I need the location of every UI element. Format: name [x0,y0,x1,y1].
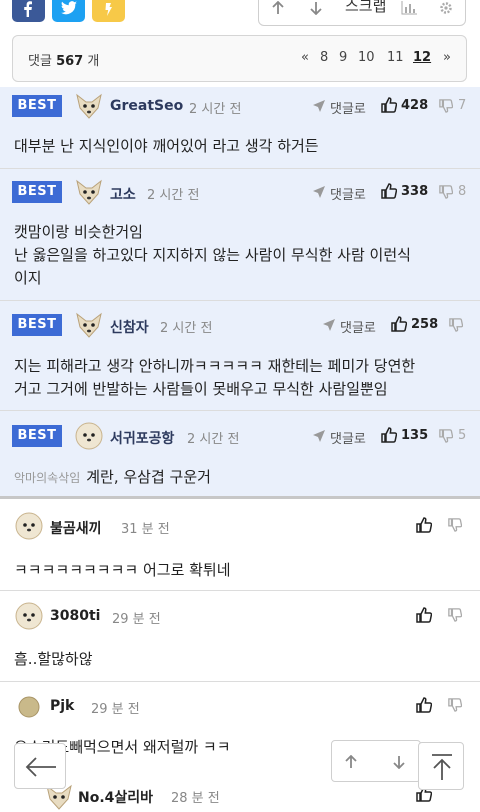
arrow-up-icon[interactable] [344,755,358,769]
comment-text: 흠..할많하않 [14,650,93,668]
thumbs-down-icon[interactable] [448,698,462,712]
arrow-left-icon [25,757,56,777]
gear-icon[interactable] [439,1,453,15]
reply-button[interactable]: 댓글로 [340,317,376,336]
best-comment: BEST 신참자 2 시간 전 댓글로 258 지는 피해라고 생각 안하니까ㅋ… [0,301,480,411]
comment-text: 악마의속삭임 계란, 우삼겹 구운거 [14,468,211,486]
thumbs-up-icon[interactable] [416,607,432,623]
nickname[interactable]: GreatSeo [110,98,183,114]
nickname[interactable]: 고소 [110,184,136,204]
avatar[interactable] [18,696,40,718]
comment-text: 캣맘이랑 비슷한거임 난 옳은일을 하고있다 지지하지 않는 사람이 무식한 사… [14,223,411,287]
nickname[interactable]: 3080ti [50,608,100,624]
avatar[interactable] [14,601,44,631]
thumbs-up-icon[interactable] [381,183,397,199]
send-icon [313,100,325,112]
timestamp: 2 시간 전 [160,321,213,336]
nickname[interactable]: 서귀포공항 [110,428,174,448]
thumbs-up-icon[interactable] [416,697,432,713]
page-link[interactable]: 9 [339,50,347,65]
send-icon [313,430,325,442]
dislike-count: 7 [458,98,467,113]
dislike-count: 8 [458,184,467,199]
thumbs-up-icon[interactable] [381,97,397,113]
arrow-up-icon[interactable] [271,1,285,15]
page-link[interactable]: 8 [320,50,328,65]
nickname[interactable]: Pjk [50,698,74,714]
thumbs-down-icon[interactable] [448,608,462,622]
page-link-current[interactable]: 12 [413,50,431,65]
page-link[interactable]: 10 [358,50,375,65]
like-count: 338 [401,184,429,199]
avatar[interactable] [14,511,44,541]
send-icon [313,186,325,198]
best-comment: BEST 고소 2 시간 전 댓글로 338 8 캣맘이랑 비슷한거임 난 옳은… [0,169,480,301]
thumbs-up-icon[interactable] [381,427,397,443]
avatar[interactable] [74,177,104,207]
first-page-icon[interactable]: « [301,50,309,65]
thumbs-down-icon[interactable] [439,185,453,199]
best-badge: BEST [12,314,62,336]
thumbs-up-icon[interactable] [391,316,407,332]
avatar[interactable] [74,421,104,451]
like-count: 135 [401,428,429,443]
best-badge: BEST [12,181,62,203]
best-comment: BEST GreatSeo 2 시간 전 댓글로 428 7 대부분 난 지식인… [0,87,480,169]
kakaostory-icon [105,3,112,16]
comment: 불곰새끼 31 분 전 ㅋㅋㅋㅋㅋㅋㅋㅋㅋ 어그로 확튀네 [0,499,480,591]
stats-icon[interactable] [401,1,417,15]
nickname[interactable]: 신참자 [110,317,149,337]
next-page-icon[interactable]: » [443,50,451,65]
toolbox: 스크랩 [258,0,466,26]
scrap-button[interactable]: 스크랩 [345,0,386,16]
thumbs-down-icon[interactable] [439,99,453,113]
back-button[interactable] [14,743,66,789]
comment-text: 지는 피해라고 생각 안하니까ㅋㅋㅋㅋㅋ 재한테는 페미가 당연한 거고 그거에… [14,357,416,398]
arrow-down-icon[interactable] [309,1,323,15]
best-badge: BEST [12,425,62,447]
comment-pager: 댓글 567 개 « 8 9 10 11 12 » [12,35,467,82]
reply-button[interactable]: 댓글로 [330,184,366,203]
comment-text: ㅋㅋㅋㅋㅋㅋㅋㅋㅋ 어그로 확튀네 [14,561,231,579]
thumbs-up-icon[interactable] [416,517,432,533]
scroll-top-button[interactable] [418,742,464,790]
twitter-share-button[interactable] [52,0,85,22]
best-badge: BEST [12,95,62,117]
timestamp: 2 시간 전 [147,188,200,203]
reply-button[interactable]: 댓글로 [330,428,366,447]
send-icon [323,319,335,331]
avatar[interactable] [74,91,104,121]
best-comment: BEST 서귀포공항 2 시간 전 댓글로 135 5 악마의속삭임 계란, 우삼… [0,411,480,496]
timestamp: 29 분 전 [112,612,161,627]
facebook-share-button[interactable] [12,0,45,22]
nickname[interactable]: 불곰새끼 [50,518,102,538]
reply-button[interactable]: 댓글로 [330,98,366,117]
thumbs-down-icon[interactable] [439,429,453,443]
dislike-count: 5 [458,428,467,443]
thumbs-down-icon[interactable] [449,318,463,332]
page-link[interactable]: 11 [387,50,404,65]
timestamp: 28 분 전 [171,791,220,806]
facebook-icon [24,1,32,17]
thumbs-down-icon[interactable] [448,518,462,532]
timestamp: 29 분 전 [91,702,140,717]
arrow-down-icon[interactable] [392,755,406,769]
scroll-top-icon [432,754,452,780]
timestamp: 2 시간 전 [189,102,242,117]
timestamp: 2 시간 전 [187,432,240,447]
like-count: 428 [401,98,429,113]
scroll-arrows [331,740,421,782]
like-count: 258 [411,317,439,332]
timestamp: 31 분 전 [121,522,170,537]
avatar[interactable] [74,310,104,340]
quoted-nickname[interactable]: 악마의속삭임 [14,471,80,485]
comment-text: 대부분 난 지식인이야 깨어있어 라고 생각 하거든 [14,137,319,155]
share-bar: 스크랩 [0,0,480,30]
comment: 3080ti 29 분 전 흠..할많하않 [0,591,480,682]
twitter-icon [61,1,77,15]
kakaostory-share-button[interactable] [92,0,125,22]
comment-count: 댓글 567 개 [28,54,100,69]
nickname[interactable]: No.4살리바 [78,787,153,807]
